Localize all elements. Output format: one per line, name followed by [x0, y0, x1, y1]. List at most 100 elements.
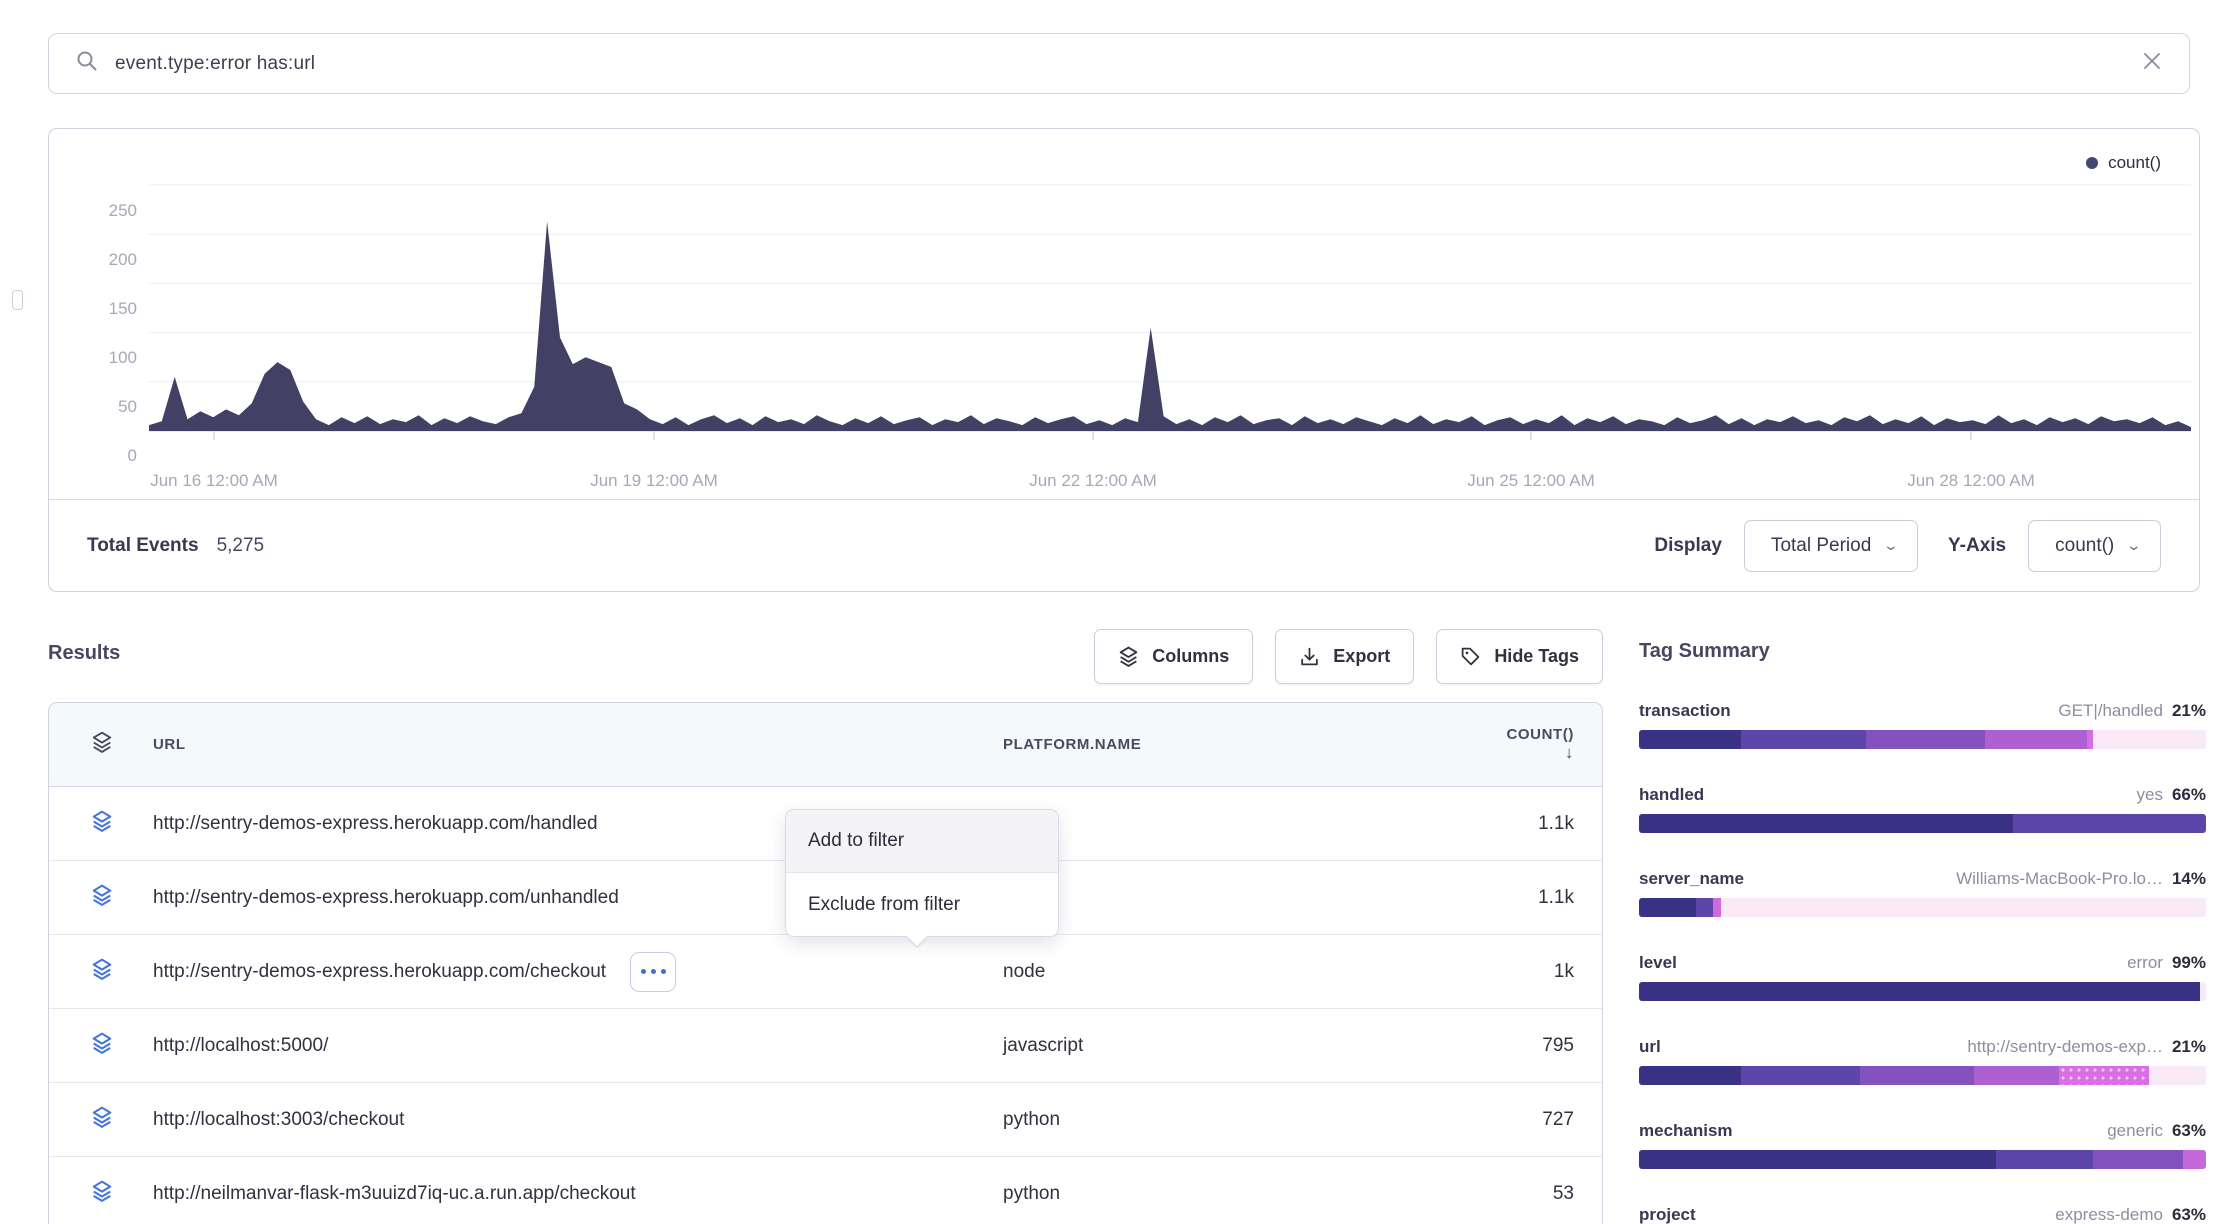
tag-name: mechanism — [1639, 1121, 1733, 1141]
url-cell[interactable]: http://localhost:3003/checkout — [153, 1109, 1003, 1131]
columns-button[interactable]: Columns — [1094, 629, 1253, 684]
tag-distribution-bar[interactable] — [1639, 1066, 2206, 1085]
column-header-count[interactable]: COUNT() ↓ — [1503, 726, 1602, 763]
table-header-row: URL PLATFORM.NAME COUNT() ↓ — [49, 703, 1602, 787]
tag-top-percent: 14% — [2172, 869, 2206, 889]
events-area-chart[interactable]: 0 50 100 150 200 250 Jun 16 12:00 AM Jun… — [49, 159, 2199, 499]
table-row[interactable]: http://sentry-demos-express.herokuapp.co… — [49, 935, 1602, 1009]
tag-top-percent: 66% — [2172, 785, 2206, 805]
count-cell[interactable]: 795 — [1503, 1035, 1602, 1057]
y-tick: 100 — [109, 348, 137, 367]
tag-top-value: express-demo — [2055, 1205, 2163, 1224]
export-button-label: Export — [1333, 646, 1390, 667]
stack-icon — [91, 958, 153, 985]
tag-summary-row: project express-demo 63% — [1639, 1205, 2206, 1224]
tag-distribution-bar[interactable] — [1639, 1150, 2206, 1169]
tag-top-percent: 99% — [2172, 953, 2206, 973]
results-toolbar: Columns Export Hide Tags — [1066, 629, 1603, 684]
tag-distribution-bar[interactable] — [1639, 814, 2206, 833]
chevron-down-icon: ⌄ — [1883, 537, 1899, 554]
display-label: Display — [1654, 535, 1722, 557]
chart-footer: Total Events 5,275 Display Total Period … — [49, 499, 2199, 591]
tag-summary-row: url http://sentry-demos-exp… 21% — [1639, 1037, 2206, 1085]
close-icon[interactable] — [2141, 50, 2163, 77]
tag-summary-row: transactionGET|/handled21% — [1639, 701, 2206, 749]
menu-pointer-arrow — [907, 936, 927, 946]
export-button[interactable]: Export — [1275, 629, 1414, 684]
events-chart-card: count() 0 50 100 150 200 250 Jun 16 12:0… — [48, 128, 2200, 592]
count-header-label: COUNT() — [1506, 726, 1574, 743]
url-cell[interactable]: http://localhost:5000/ — [153, 1035, 1003, 1057]
chevron-down-icon: ⌄ — [2126, 537, 2142, 554]
yaxis-select[interactable]: count() ⌄ — [2028, 520, 2161, 572]
export-download-icon — [1299, 646, 1320, 667]
tag-name: level — [1639, 953, 1677, 973]
platform-cell[interactable]: javascript — [1003, 1035, 1503, 1057]
count-series-area — [149, 221, 2191, 431]
menu-item-add-to-filter[interactable]: Add to filter — [786, 810, 1058, 873]
tag-top-value: http://sentry-demos-exp… — [1967, 1037, 2163, 1057]
count-cell[interactable]: 1.1k — [1503, 887, 1602, 909]
y-tick: 250 — [109, 201, 137, 220]
count-cell[interactable]: 1k — [1503, 961, 1602, 983]
x-tick: Jun 16 12:00 AM — [150, 471, 278, 490]
y-tick: 200 — [109, 250, 137, 269]
count-cell[interactable]: 53 — [1503, 1183, 1602, 1205]
hide-tags-button-label: Hide Tags — [1494, 646, 1579, 667]
table-row[interactable]: http://localhost:5000/javascript795 — [49, 1009, 1602, 1083]
tag-distribution-bar[interactable] — [1639, 898, 2206, 917]
sidebar-collapse-handle[interactable] — [12, 290, 23, 310]
search-icon — [75, 49, 99, 78]
sort-desc-arrow-icon: ↓ — [1565, 743, 1574, 762]
platform-cell[interactable]: python — [1003, 1109, 1503, 1131]
platform-cell[interactable]: python — [1003, 1183, 1503, 1205]
display-select-value: Total Period — [1771, 535, 1871, 557]
url-cell[interactable]: http://sentry-demos-express.herokuapp.co… — [153, 952, 1003, 992]
tag-top-percent: 21% — [2172, 701, 2206, 721]
tag-summary-title: Tag Summary — [1639, 640, 2206, 663]
table-row[interactable]: http://neilmanvar-flask-m3uuizd7iq-uc.a.… — [49, 1157, 1602, 1224]
columns-stack-icon — [1118, 646, 1139, 667]
display-select[interactable]: Total Period ⌄ — [1744, 520, 1918, 572]
tag-distribution-bar[interactable] — [1639, 982, 2206, 1001]
search-input[interactable]: event.type:error has:url — [115, 53, 2141, 75]
tag-name: handled — [1639, 785, 1704, 805]
total-events-label: Total Events — [87, 535, 199, 557]
discover-page: event.type:error has:url count() 0 50 10… — [0, 0, 2234, 1224]
stack-icon — [91, 810, 153, 837]
tag-name: transaction — [1639, 701, 1731, 721]
tag-top-value: error — [2127, 953, 2163, 973]
cell-action-menu: Add to filter Exclude from filter — [785, 809, 1059, 937]
table-row[interactable]: http://localhost:3003/checkoutpython727 — [49, 1083, 1602, 1157]
tag-top-value: yes — [2137, 785, 2163, 805]
y-tick: 50 — [118, 397, 137, 416]
tag-top-value: generic — [2107, 1121, 2163, 1141]
tag-summary-panel: Tag Summary transactionGET|/handled21% ha… — [1639, 640, 2206, 1224]
hide-tags-button[interactable]: Hide Tags — [1436, 629, 1603, 684]
x-tick: Jun 25 12:00 AM — [1467, 471, 1595, 490]
count-cell[interactable]: 727 — [1503, 1109, 1602, 1131]
tag-summary-row: mechanismgeneric63% — [1639, 1121, 2206, 1169]
tag-summary-row: level error 99% — [1639, 953, 2206, 1001]
stack-icon — [91, 1106, 153, 1133]
count-cell[interactable]: 1.1k — [1503, 813, 1602, 835]
tag-name: project — [1639, 1205, 1696, 1224]
column-header-url[interactable]: URL — [153, 736, 1003, 753]
yaxis-select-value: count() — [2055, 535, 2114, 557]
tag-name: url — [1639, 1037, 1661, 1057]
cell-actions-ellipsis-button[interactable] — [630, 952, 676, 992]
tag-top-value: Williams-MacBook-Pro.lo… — [1956, 869, 2163, 889]
x-tick: Jun 22 12:00 AM — [1029, 471, 1157, 490]
platform-cell[interactable]: node — [1003, 961, 1503, 983]
tag-summary-row: server_nameWilliams-MacBook-Pro.lo…14% — [1639, 869, 2206, 917]
url-cell[interactable]: http://neilmanvar-flask-m3uuizd7iq-uc.a.… — [153, 1183, 1003, 1205]
tag-distribution-bar[interactable] — [1639, 730, 2206, 749]
y-tick: 150 — [109, 299, 137, 318]
stack-icon — [91, 1032, 153, 1059]
tag-top-percent: 21% — [2172, 1037, 2206, 1057]
menu-item-exclude-from-filter[interactable]: Exclude from filter — [786, 873, 1058, 936]
column-header-platform[interactable]: PLATFORM.NAME — [1003, 736, 1503, 753]
search-bar[interactable]: event.type:error has:url — [48, 33, 2190, 94]
tag-top-percent: 63% — [2172, 1205, 2206, 1224]
x-tick: Jun 19 12:00 AM — [590, 471, 718, 490]
